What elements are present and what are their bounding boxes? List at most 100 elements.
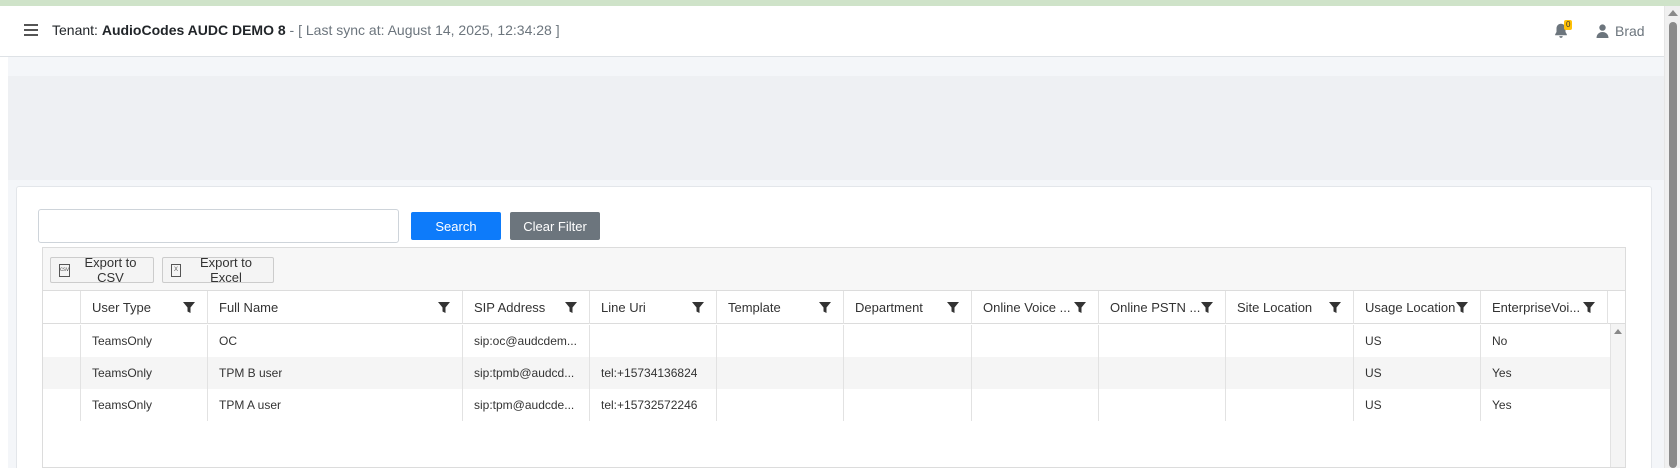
clear-filter-button[interactable]: Clear Filter bbox=[510, 212, 600, 240]
user-icon bbox=[1596, 24, 1609, 38]
tenant-prefix: Tenant: bbox=[52, 22, 102, 38]
column-label: Template bbox=[728, 300, 781, 315]
tenant-name: AudioCodes AUDC DEMO 8 bbox=[101, 22, 286, 38]
top-navbar: Tenant: AudioCodes AUDC DEMO 8 - [ Last … bbox=[0, 6, 1664, 57]
content-header-area bbox=[8, 76, 1664, 180]
export-csv-button[interactable]: csv Export to CSV bbox=[50, 255, 154, 285]
cell-template bbox=[717, 389, 844, 421]
cell-online-voice bbox=[972, 357, 1099, 389]
filter-icon[interactable] bbox=[1456, 302, 1468, 314]
menu-toggle-icon[interactable] bbox=[24, 24, 38, 36]
filter-icon[interactable] bbox=[1074, 302, 1086, 314]
cell-department bbox=[844, 325, 972, 357]
export-csv-label: Export to CSV bbox=[84, 255, 137, 285]
filter-icon[interactable] bbox=[565, 302, 577, 314]
column-label: User Type bbox=[92, 300, 152, 315]
cell-usage-location: US bbox=[1354, 325, 1481, 357]
filter-icon[interactable] bbox=[183, 302, 195, 314]
cell-sip-address: sip:tpm@audcde... bbox=[463, 389, 590, 421]
column-label: Usage Location bbox=[1365, 300, 1456, 315]
row-select-cell[interactable] bbox=[43, 357, 81, 389]
cell-site-location bbox=[1226, 357, 1354, 389]
column-header-enterprise-voice[interactable]: EnterpriseVoi... bbox=[1481, 291, 1608, 324]
column-label: Line Uri bbox=[601, 300, 646, 315]
cell-template bbox=[717, 325, 844, 357]
cell-sip-address: sip:tpmb@audcd... bbox=[463, 357, 590, 389]
column-header-department[interactable]: Department bbox=[844, 291, 972, 324]
search-button[interactable]: Search bbox=[411, 212, 501, 240]
filter-icon[interactable] bbox=[692, 302, 704, 314]
table-row[interactable]: TeamsOnly OC sip:oc@audcdem... US No bbox=[43, 325, 1610, 357]
cell-full-name: OC bbox=[208, 325, 463, 357]
cell-enterprise-voice: Yes bbox=[1492, 398, 1512, 412]
row-select-cell[interactable] bbox=[43, 389, 81, 421]
filter-icon[interactable] bbox=[438, 302, 450, 314]
cell-department bbox=[844, 389, 972, 421]
filter-icon[interactable] bbox=[1329, 302, 1341, 314]
cell-enterprise-voice: No bbox=[1492, 334, 1508, 348]
sidebar-edge bbox=[0, 57, 8, 468]
table-row[interactable]: TeamsOnly TPM B user sip:tpmb@audcd... t… bbox=[43, 357, 1610, 389]
users-grid: csv Export to CSV X Export to Excel User… bbox=[42, 247, 1626, 468]
cell-online-voice bbox=[972, 325, 1099, 357]
scroll-thumb[interactable] bbox=[1669, 22, 1677, 468]
cell-online-pstn bbox=[1099, 389, 1226, 421]
select-column-header bbox=[43, 291, 81, 324]
cell-line-uri: tel:+15734136824 bbox=[590, 357, 717, 389]
cell-line-uri bbox=[590, 325, 717, 357]
search-input[interactable] bbox=[38, 209, 399, 243]
cell-full-name: TPM A user bbox=[208, 389, 463, 421]
column-label: Full Name bbox=[219, 300, 279, 315]
filter-icon[interactable] bbox=[947, 302, 959, 314]
column-header-site-location[interactable]: Site Location bbox=[1226, 291, 1354, 324]
grid-vertical-scrollbar[interactable] bbox=[1610, 324, 1625, 467]
cell-full-name: TPM B user bbox=[208, 357, 463, 389]
column-header-sip-address[interactable]: SIP Address bbox=[463, 291, 590, 324]
column-header-full-name[interactable]: Full Name bbox=[208, 291, 463, 324]
cell-usage-location: US bbox=[1354, 389, 1481, 421]
csv-file-icon: csv bbox=[59, 263, 70, 277]
column-header-template[interactable]: Template bbox=[717, 291, 844, 324]
table-row[interactable]: TeamsOnly TPM A user sip:tpm@audcde... t… bbox=[43, 389, 1610, 421]
column-header-line-uri[interactable]: Line Uri bbox=[590, 291, 717, 324]
column-header-online-voice[interactable]: Online Voice ... bbox=[972, 291, 1099, 324]
cell-sip-address: sip:oc@audcdem... bbox=[463, 325, 590, 357]
cell-department bbox=[844, 357, 972, 389]
column-header-online-pstn[interactable]: Online PSTN ... bbox=[1099, 291, 1226, 324]
column-label: Site Location bbox=[1237, 300, 1313, 315]
column-header-user-type[interactable]: User Type bbox=[81, 291, 208, 324]
cell-online-pstn bbox=[1099, 325, 1226, 357]
column-label: Department bbox=[855, 300, 923, 315]
filter-icon[interactable] bbox=[819, 302, 831, 314]
column-header-usage-location[interactable]: Usage Location bbox=[1354, 291, 1481, 324]
filter-icon[interactable] bbox=[1583, 302, 1595, 314]
column-label: SIP Address bbox=[474, 300, 546, 315]
cell-user-type: TeamsOnly bbox=[81, 325, 208, 357]
cell-enterprise-voice: Yes bbox=[1492, 366, 1512, 380]
last-sync-text: - [ Last sync at: August 14, 2025, 12:34… bbox=[285, 22, 560, 38]
scroll-up-arrow-icon[interactable] bbox=[1614, 329, 1622, 334]
cell-line-uri: tel:+15732572246 bbox=[590, 389, 717, 421]
cell-online-voice bbox=[972, 389, 1099, 421]
export-excel-label: Export to Excel bbox=[200, 255, 253, 285]
tenant-info: Tenant: AudioCodes AUDC DEMO 8 - [ Last … bbox=[52, 22, 560, 38]
column-label: Online PSTN ... bbox=[1110, 300, 1201, 315]
page-scrollbar[interactable] bbox=[1664, 6, 1680, 468]
export-excel-button[interactable]: X Export to Excel bbox=[162, 255, 274, 285]
filter-icon[interactable] bbox=[1201, 302, 1213, 314]
user-menu[interactable]: Brad bbox=[1596, 21, 1645, 41]
row-select-cell[interactable] bbox=[43, 325, 81, 357]
cell-usage-location: US bbox=[1354, 357, 1481, 389]
scroll-up-arrow-icon[interactable] bbox=[1668, 10, 1678, 16]
cell-site-location bbox=[1226, 325, 1354, 357]
cell-template bbox=[717, 357, 844, 389]
grid-toolbar: csv Export to CSV X Export to Excel bbox=[43, 248, 1625, 291]
notification-badge: 0 bbox=[1564, 20, 1573, 30]
user-name: Brad bbox=[1615, 23, 1645, 39]
excel-file-icon: X bbox=[171, 263, 182, 277]
grid-header: User Type Full Name SIP Address Line Uri… bbox=[43, 291, 1625, 324]
column-label: EnterpriseVoi... bbox=[1492, 300, 1581, 315]
cell-site-location bbox=[1226, 389, 1354, 421]
cell-user-type: TeamsOnly bbox=[81, 389, 208, 421]
column-label: Online Voice ... bbox=[983, 300, 1071, 315]
